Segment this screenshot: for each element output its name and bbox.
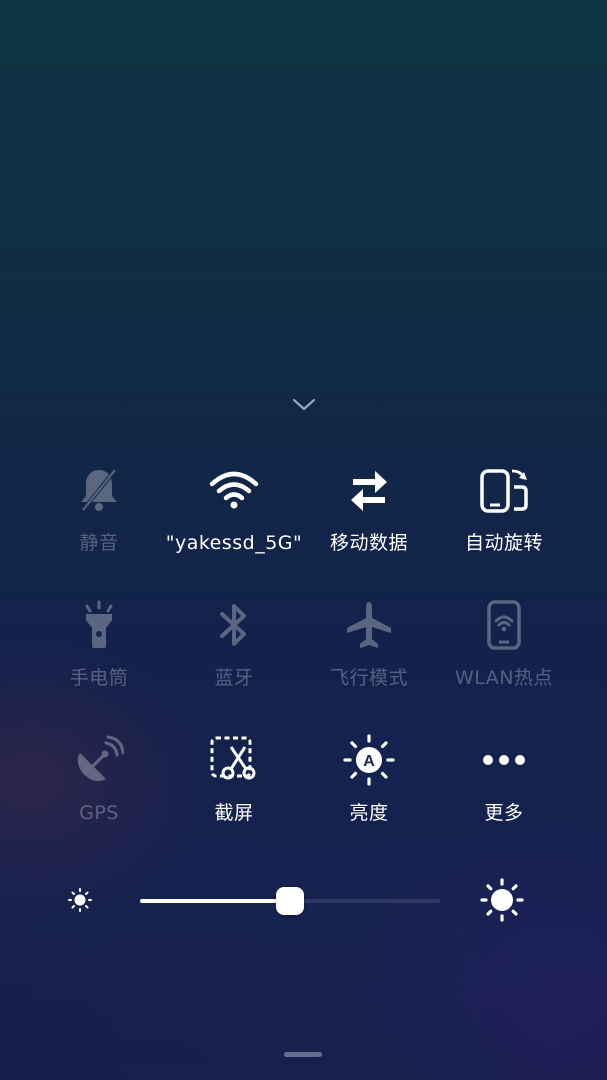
tile-more[interactable]: 更多: [436, 732, 572, 842]
tile-mute[interactable]: 静音: [31, 462, 167, 572]
tile-wifi[interactable]: "yakessd_5G": [166, 462, 302, 572]
tile-bluetooth[interactable]: 蓝牙: [166, 597, 302, 707]
tile-airplane[interactable]: 飞行模式: [301, 597, 437, 707]
tile-label: 手电筒: [69, 667, 129, 689]
sun-large-icon: [480, 878, 524, 922]
tile-label: 亮度: [349, 802, 389, 824]
tile-label: WLAN热点: [454, 667, 554, 689]
tile-label: 静音: [79, 532, 119, 554]
tile-auto-rotate[interactable]: 自动旋转: [436, 462, 572, 572]
tile-label: 蓝牙: [214, 667, 254, 689]
wifi-icon: [206, 462, 262, 518]
tile-flashlight[interactable]: 手电筒: [31, 597, 167, 707]
brightness-slider-fill: [140, 899, 290, 903]
data-arrows-icon: [341, 462, 397, 518]
airplane-icon: [341, 597, 397, 653]
chevron-down-icon[interactable]: [286, 392, 322, 416]
bluetooth-icon: [206, 597, 262, 653]
tile-label: GPS: [79, 802, 119, 824]
tile-label: 更多: [484, 802, 524, 824]
tile-brightness[interactable]: A 亮度: [301, 732, 437, 842]
more-dots-icon: [476, 732, 532, 788]
tile-mobile-data[interactable]: 移动数据: [301, 462, 437, 572]
hotspot-phone-icon: [476, 597, 532, 653]
tile-label: "yakessd_5G": [165, 532, 303, 554]
scissors-icon: [206, 732, 262, 788]
tile-label: 截屏: [214, 802, 254, 824]
sun-small-icon: [66, 886, 94, 914]
tile-hotspot[interactable]: WLAN热点: [436, 597, 572, 707]
tile-label: 移动数据: [329, 532, 408, 554]
auto-brightness-icon: A: [341, 732, 397, 788]
brightness-row: [0, 870, 607, 930]
brightness-slider[interactable]: [140, 887, 440, 915]
gps-satellite-icon: [71, 732, 127, 788]
brightness-slider-thumb[interactable]: [276, 887, 304, 915]
tile-screenshot[interactable]: 截屏: [166, 732, 302, 842]
tile-label: 自动旋转: [464, 532, 543, 554]
flashlight-icon: [71, 597, 127, 653]
bell-off-icon: [71, 462, 127, 518]
tile-label: 飞行模式: [329, 667, 408, 689]
svg-text:A: A: [363, 753, 375, 770]
rotate-phone-icon: [476, 462, 532, 518]
tile-gps[interactable]: GPS: [31, 732, 167, 842]
gesture-handle[interactable]: [284, 1052, 322, 1057]
